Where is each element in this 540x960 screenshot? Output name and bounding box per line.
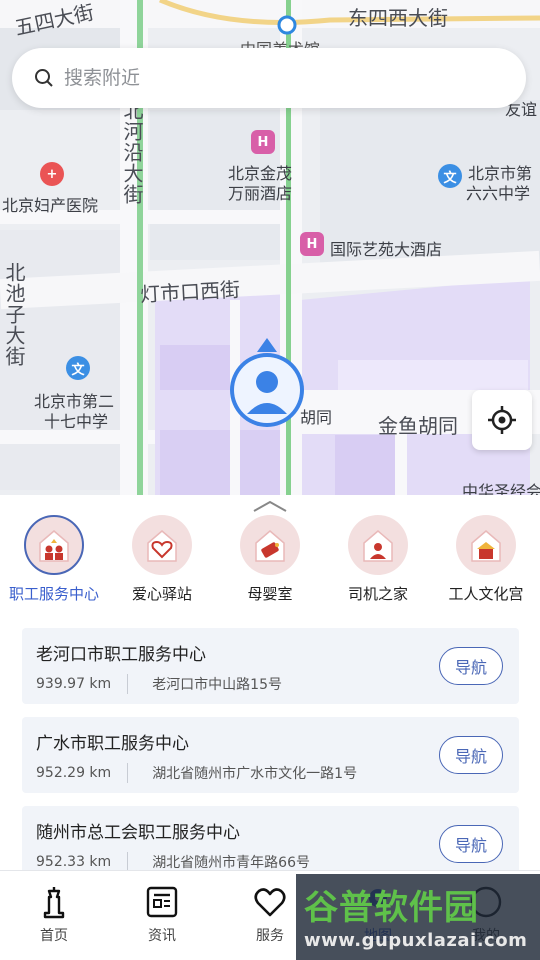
locate-button[interactable] — [472, 390, 532, 450]
category-label: 职工服务中心 — [8, 585, 99, 603]
category-workers-culture-palace[interactable]: 工人文化宫 — [432, 515, 540, 605]
map-label-zhonghua: 中华圣经会 — [462, 482, 540, 495]
navigate-button[interactable]: 导航 — [439, 736, 503, 774]
place-meta: 952.33 km 湖北省随州市青年路66号 — [36, 852, 310, 872]
map-label-maternity-hospital: 北京妇产医院 — [2, 196, 99, 215]
driver-home-icon — [348, 515, 408, 575]
hotel-icon[interactable]: H — [251, 130, 275, 154]
divider — [127, 674, 129, 694]
search-icon — [35, 69, 53, 87]
category-label: 母婴室 — [247, 585, 293, 603]
home-tower-icon — [43, 887, 65, 919]
hotel-icon[interactable]: H — [300, 232, 324, 256]
watermark-url: www.gupuxlazai.com — [304, 930, 528, 951]
map-label-dongsi-west-street: 东四西大街 — [348, 6, 448, 30]
hospital-icon[interactable]: + — [40, 162, 64, 186]
category-love-station[interactable]: 爱心驿站 — [108, 515, 216, 605]
news-icon — [146, 886, 178, 918]
list-item[interactable]: 广水市职工服务中心 952.29 km 湖北省随州市广水市文化一路1号 导航 — [22, 717, 519, 793]
nearby-panel: 职工服务中心 爱心驿站 母婴室 司机之家 工人文化宫 老河口市职工服务中心 93… — [0, 495, 540, 882]
map-label-hebeiyan-street: 北河沿大街 — [120, 100, 144, 205]
tab-home[interactable]: 首页 — [0, 871, 108, 960]
map-label-jinmao-hotel-line2: 万丽酒店 — [228, 184, 293, 203]
tab-label: 资讯 — [148, 928, 176, 944]
navigate-button[interactable]: 导航 — [439, 825, 503, 863]
place-distance: 952.29 km — [36, 765, 112, 781]
worker-service-icon — [24, 515, 84, 575]
list-item[interactable]: 老河口市职工服务中心 939.97 km 老河口市中山路15号 导航 — [22, 628, 519, 704]
user-location-marker[interactable] — [229, 338, 305, 430]
tab-news[interactable]: 资讯 — [108, 871, 216, 960]
divider — [127, 852, 129, 872]
place-address: 湖北省随州市广水市文化一路1号 — [152, 766, 358, 782]
map-view[interactable]: 五四大街 东四西大街 中国美术馆 北河沿大街 + 北京妇产医院 H 北京金茂 万… — [0, 0, 540, 495]
place-list: 老河口市职工服务中心 939.97 km 老河口市中山路15号 导航 广水市职工… — [22, 628, 519, 895]
map-label-dengshikou-west-street: 灯市口西街 — [139, 277, 241, 307]
category-row: 职工服务中心 爱心驿站 母婴室 司机之家 工人文化宫 — [0, 515, 540, 605]
tab-label: 首页 — [40, 928, 68, 944]
search-input[interactable] — [64, 67, 444, 89]
divider — [127, 763, 129, 783]
school-icon[interactable]: 文 — [438, 164, 462, 188]
love-station-icon — [132, 515, 192, 575]
category-mother-baby-room[interactable]: 母婴室 — [216, 515, 324, 605]
crosshair-icon — [488, 406, 516, 434]
workers-culture-palace-icon — [456, 515, 516, 575]
watermark: 谷普软件园 www.gupuxlazai.com — [296, 874, 540, 960]
navigate-button[interactable]: 导航 — [439, 647, 503, 685]
place-name: 广水市职工服务中心 — [36, 734, 189, 754]
chevron-up-icon[interactable] — [252, 499, 288, 513]
place-distance: 939.97 km — [36, 676, 112, 692]
category-driver-home[interactable]: 司机之家 — [324, 515, 432, 605]
category-label: 司机之家 — [347, 585, 408, 603]
place-name: 随州市总工会职工服务中心 — [36, 823, 240, 843]
watermark-brand: 谷普软件园 — [304, 888, 479, 928]
map-label-beichizi-street: 北池子大街 — [2, 262, 26, 367]
map-label-yiyuan-hotel: 国际艺苑大酒店 — [330, 240, 443, 259]
map-label-school66-line2: 六六中学 — [466, 184, 531, 203]
category-label: 工人文化宫 — [448, 585, 524, 603]
tab-label: 服务 — [256, 928, 284, 944]
category-label: 爱心驿站 — [131, 585, 192, 603]
heart-icon — [254, 888, 286, 917]
place-meta: 939.97 km 老河口市中山路15号 — [36, 674, 282, 694]
place-address: 老河口市中山路15号 — [152, 677, 283, 693]
map-label-school27-line2: 十七中学 — [44, 412, 109, 431]
map-label-jinyu-hutong: 金鱼胡同 — [378, 414, 458, 438]
place-distance: 952.33 km — [36, 854, 112, 870]
place-meta: 952.29 km 湖北省随州市广水市文化一路1号 — [36, 763, 357, 783]
category-worker-service-center[interactable]: 职工服务中心 — [0, 515, 108, 605]
mother-baby-room-icon — [240, 515, 300, 575]
place-address: 湖北省随州市青年路66号 — [152, 855, 311, 871]
school-icon[interactable]: 文 — [66, 356, 90, 380]
place-name: 老河口市职工服务中心 — [36, 645, 206, 665]
search-bar[interactable] — [12, 48, 526, 108]
